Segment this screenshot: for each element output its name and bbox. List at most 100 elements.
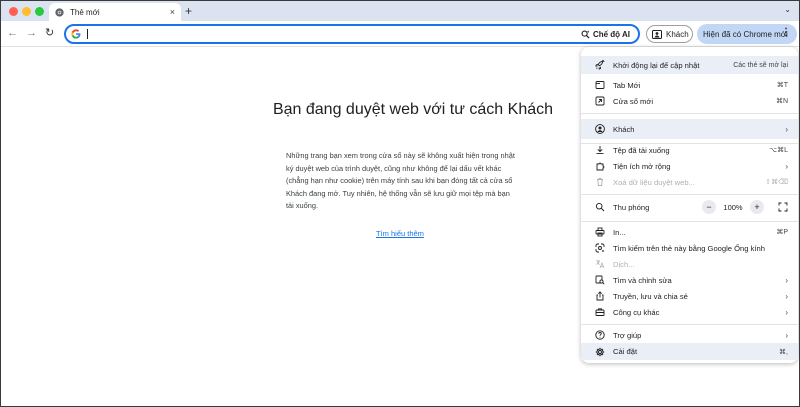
fullscreen-icon[interactable] [778, 202, 788, 212]
menu-item-label: Trợ giúp [613, 330, 642, 340]
chevron-right-icon: › [785, 330, 788, 340]
google-icon [71, 29, 81, 39]
menu-item-label: Tệp đã tải xuống [613, 145, 670, 155]
reload-icon[interactable]: ↻ [45, 27, 54, 39]
minimize-window-button[interactable] [22, 7, 31, 16]
menu-item-shortcut: ⌥⌘L [769, 147, 788, 154]
browser-window: Thẻ mới × + ⌄ ← → ↻ Chế độ AI Khách Hiện… [0, 0, 800, 407]
print-icon [595, 227, 605, 237]
chevron-right-icon: › [785, 161, 788, 171]
toolbar: ← → ↻ Chế độ AI Khách Hiện đã có Chrome … [1, 21, 799, 47]
learn-more-link[interactable]: Tìm hiểu thêm [376, 229, 424, 238]
tab-title: Thẻ mới [70, 7, 100, 17]
menu-item-shortcut: ⌘P [776, 229, 788, 236]
profile-icon [595, 124, 605, 134]
tab-close-icon[interactable]: × [170, 7, 175, 17]
menu-item-shortcut: ⇧⌘⌫ [765, 179, 788, 186]
tab-new-tab[interactable]: Thẻ mới × [49, 3, 181, 21]
chevron-right-icon: › [785, 307, 788, 317]
tab-search-icon[interactable]: ⌄ [784, 5, 791, 14]
more-menu-icon[interactable]: ⋮ [781, 27, 791, 38]
menu-item-label: Dịch... [613, 259, 635, 269]
toolbox-icon [595, 307, 605, 317]
new-tab-button[interactable]: + [185, 3, 192, 19]
menu-separator [581, 221, 798, 222]
zoom-level: 100% [723, 202, 743, 212]
google-lens-icon [595, 243, 605, 253]
zoom-window-button[interactable] [35, 7, 44, 16]
menu-item-shortcut: ⌘N [775, 98, 788, 105]
menu-item-label: Tab Mới [613, 80, 641, 90]
menu-item-find-edit[interactable]: Tìm và chỉnh sửa › [581, 272, 798, 288]
menu-item-label: Khách [613, 124, 635, 134]
menu-item-downloads[interactable]: Tệp đã tải xuống ⌥⌘L [581, 142, 798, 158]
menu-item-cast-save-share[interactable]: Truyền, lưu và chia sẻ › [581, 288, 798, 304]
update-chip-label: Hiện đã có Chrome mới [703, 29, 788, 39]
trash-icon [595, 177, 605, 187]
menu-item-help[interactable]: Trợ giúp › [581, 327, 798, 343]
address-bar[interactable]: Chế độ AI [64, 24, 640, 44]
menu-item-label: Truyền, lưu và chia sẻ [613, 291, 688, 301]
download-icon [595, 145, 605, 155]
menu-item-more-tools[interactable]: Công cụ khác › [581, 304, 798, 320]
forward-icon[interactable]: → [26, 27, 37, 39]
chevron-right-icon: › [785, 291, 788, 301]
menu-item-label: Công cụ khác [613, 307, 660, 317]
help-icon [595, 330, 605, 340]
menu-item-shortcut: ⌘, [779, 348, 788, 356]
zoom-magnifier-icon [595, 202, 605, 212]
close-window-button[interactable] [9, 7, 18, 16]
translate-icon [595, 259, 605, 269]
menu-item-label: Xoá dữ liệu duyệt web... [613, 177, 695, 187]
zoom-in-button[interactable]: + [750, 200, 764, 214]
menu-item-new-window[interactable]: Cửa sổ mới ⌘N [581, 93, 798, 109]
chrome-menu: Khởi động lại để cập nhật Các thẻ sẽ mở … [581, 47, 798, 363]
menu-separator [581, 113, 798, 114]
menu-item-profile[interactable]: Khách › [581, 119, 798, 139]
chrome-icon [55, 7, 64, 17]
extension-puzzle-icon [595, 161, 605, 171]
menu-item-note: Các thẻ sẽ mở lại [733, 61, 788, 69]
menu-item-clear-browsing-data[interactable]: Xoá dữ liệu duyệt web... ⇧⌘⌫ [581, 174, 798, 190]
ai-mode-label: Chế độ AI [592, 29, 630, 39]
menu-item-new-tab[interactable]: Tab Mới ⌘T [581, 77, 798, 93]
menu-item-label: Cài đặt [613, 347, 638, 356]
chevron-right-icon: › [785, 124, 788, 134]
menu-separator [581, 194, 798, 195]
gear-icon [595, 347, 605, 357]
rocket-icon [595, 60, 605, 70]
guest-description: Những trang bạn xem trong cửa sổ này sẽ … [286, 151, 515, 210]
share-icon [595, 291, 605, 301]
menu-item-label: Cửa sổ mới [613, 96, 654, 106]
menu-item-label: Tìm và chỉnh sửa [613, 275, 672, 285]
menu-item-zoom: Thu phóng − 100% + [581, 198, 798, 216]
update-chrome-button[interactable]: Hiện đã có Chrome mới ⋮ [697, 24, 797, 44]
menu-item-google-lens[interactable]: Tìm kiếm trên thẻ này bằng Google Ống kí… [581, 240, 798, 256]
text-cursor [87, 29, 88, 39]
zoom-controls: − 100% + [702, 200, 788, 214]
menu-item-settings[interactable]: Cài đặt ⌘, [581, 343, 798, 360]
menu-separator [581, 324, 798, 325]
page-title: Bạn đang duyệt web với tư cách Khách [272, 101, 554, 118]
find-edit-icon [595, 275, 605, 285]
tab-strip: Thẻ mới × + ⌄ [1, 1, 799, 21]
zoom-out-button[interactable]: − [702, 200, 716, 214]
menu-item-label: Khởi động lại để cập nhật [613, 60, 700, 70]
back-icon[interactable]: ← [7, 27, 18, 39]
menu-item-label: Tìm kiếm trên thẻ này bằng Google Ống kí… [613, 243, 765, 253]
profile-chip-label: Khách [666, 29, 689, 39]
ai-mode-button[interactable]: Chế độ AI [577, 27, 634, 41]
menu-item-print[interactable]: In... ⌘P [581, 224, 798, 240]
profile-chip[interactable]: Khách [646, 25, 693, 43]
chevron-right-icon: › [785, 275, 788, 285]
menu-item-label: Tiện ích mở rộng [613, 161, 671, 171]
new-tab-icon [595, 80, 605, 90]
menu-item-restart-update[interactable]: Khởi động lại để cập nhật Các thẻ sẽ mở … [581, 56, 798, 74]
menu-item-extensions[interactable]: Tiện ích mở rộng › [581, 158, 798, 174]
menu-item-label: Thu phóng [613, 202, 650, 212]
search-sparkle-icon [581, 29, 590, 39]
new-window-icon [595, 96, 605, 106]
menu-item-shortcut: ⌘T [776, 82, 788, 89]
menu-item-translate[interactable]: Dịch... [581, 256, 798, 272]
menu-item-label: In... [613, 227, 626, 237]
